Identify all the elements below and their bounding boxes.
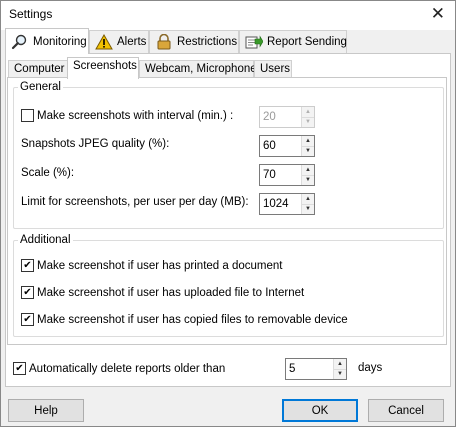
checkbox[interactable] [13,362,26,375]
auto-delete-checkbox[interactable]: Automatically delete reports older than [13,362,225,375]
limit-label: Limit for screenshots, per user per day … [21,196,249,208]
limit-stepper[interactable]: 1024 ▲ ▼ [259,193,315,215]
checkbox[interactable] [21,109,34,122]
magnifier-icon [11,34,29,50]
tab-label: Webcam, Microphone [145,63,257,75]
tab-screenshots[interactable]: Screenshots [67,57,139,79]
send-report-icon [245,34,264,50]
up-arrow-icon[interactable]: ▲ [302,107,314,117]
days-label: days [358,362,383,374]
limit-value: 1024 [263,198,289,210]
checkbox[interactable] [21,286,34,299]
tab-users[interactable]: Users [254,60,292,78]
title-bar: Settings ✕ [1,1,455,30]
warning-icon [95,33,113,50]
tab-computer[interactable]: Computer [8,60,68,78]
jpeg-quality-value: 60 [263,140,276,152]
checkbox[interactable] [21,313,34,326]
settings-window: Settings ✕ Monitoring Alerts Restriction… [0,0,456,427]
button-label: Cancel [388,404,424,417]
option-label: Make screenshot if user has printed a do… [37,259,283,272]
lock-icon [155,33,173,50]
printed-document-checkbox[interactable]: Make screenshot if user has printed a do… [21,259,282,272]
tab-webcam-microphone[interactable]: Webcam, Microphone [139,60,257,78]
scale-row: Scale (%): [21,167,74,179]
interval-label: Make screenshots with interval (min.) : [37,109,234,122]
window-title: Settings [9,7,53,21]
tab-label: Screenshots [73,60,137,72]
interval-value: 20 [263,111,276,123]
checkbox[interactable] [21,259,34,272]
help-button[interactable]: Help [8,399,84,422]
auto-delete-stepper[interactable]: 5 ▲ ▼ [285,358,347,380]
tab-monitoring[interactable]: Monitoring [5,28,89,54]
group-title: General [20,81,61,93]
tab-label: Computer [14,63,65,75]
removable-device-checkbox[interactable]: Make screenshot if user has copied files… [21,313,348,326]
auto-delete-label: Automatically delete reports older than [29,362,226,375]
down-arrow-icon[interactable]: ▼ [334,368,346,379]
tab-label: Monitoring [33,35,87,48]
auto-delete-value: 5 [289,363,296,375]
tab-label: Alerts [117,36,147,48]
up-arrow-icon[interactable]: ▲ [302,136,314,146]
uploaded-file-checkbox[interactable]: Make screenshot if user has uploaded fil… [21,286,304,299]
down-arrow-icon[interactable]: ▼ [302,174,314,185]
option-label: Make screenshot if user has copied files… [37,313,348,326]
button-label: Help [34,404,58,417]
interval-stepper[interactable]: 20 ▲ ▼ [259,106,315,128]
days-unit: days [358,362,382,374]
jpeg-quality-stepper[interactable]: 60 ▲ ▼ [259,135,315,157]
scale-stepper[interactable]: 70 ▲ ▼ [259,164,315,186]
ok-button[interactable]: OK [282,399,358,422]
cancel-button[interactable]: Cancel [368,399,444,422]
up-arrow-icon[interactable]: ▲ [302,165,314,175]
scale-label: Scale (%): [21,167,75,179]
jpeg-quality-label: Snapshots JPEG quality (%): [21,138,170,150]
limit-row: Limit for screenshots, per user per day … [21,196,249,208]
close-icon[interactable]: ✕ [431,4,445,24]
tab-alerts[interactable]: Alerts [89,30,149,53]
scale-value: 70 [263,169,276,181]
interval-checkbox[interactable]: Make screenshots with interval (min.) : [21,109,233,122]
tab-label: Restrictions [177,36,238,48]
tab-restrictions[interactable]: Restrictions [149,30,239,53]
button-label: OK [311,404,329,417]
tab-report-sending[interactable]: Report Sending [239,30,347,53]
option-label: Make screenshot if user has uploaded fil… [37,286,305,299]
up-arrow-icon[interactable]: ▲ [334,359,346,369]
tab-label: Users [260,63,291,75]
up-arrow-icon[interactable]: ▲ [302,194,314,204]
down-arrow-icon[interactable]: ▼ [302,116,314,127]
down-arrow-icon[interactable]: ▼ [302,145,314,156]
jpeg-quality-row: Snapshots JPEG quality (%): [21,138,169,150]
down-arrow-icon[interactable]: ▼ [302,203,314,214]
tab-label: Report Sending [267,36,347,48]
group-title: Additional [20,234,71,246]
